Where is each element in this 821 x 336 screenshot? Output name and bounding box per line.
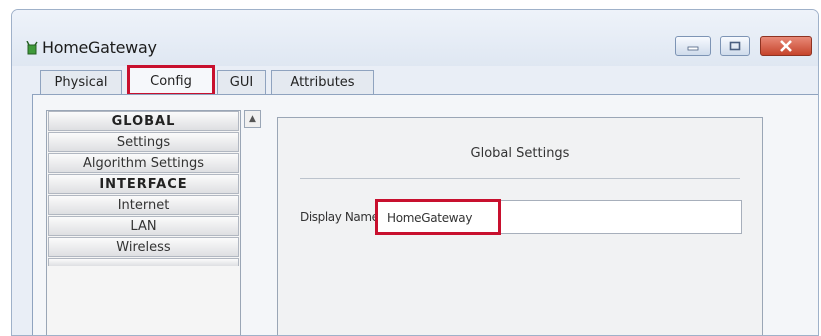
tab-config[interactable]: Config bbox=[127, 65, 215, 96]
tab-strip: Physical Config GUI Attributes bbox=[12, 65, 818, 96]
sidebar-header-interface[interactable]: INTERFACE bbox=[48, 174, 239, 194]
window-title: HomeGateway bbox=[42, 38, 157, 57]
config-sidebar: GLOBAL Settings Algorithm Settings INTER… bbox=[46, 110, 241, 335]
sidebar-item-internet[interactable]: Internet bbox=[48, 195, 239, 215]
minimize-icon bbox=[687, 46, 699, 51]
panel-divider bbox=[300, 178, 740, 179]
display-name-input[interactable]: HomeGateway bbox=[375, 199, 742, 235]
sidebar-item-wireless[interactable]: Wireless bbox=[48, 237, 239, 257]
home-gateway-window: HomeGateway Physical Config GUI Attribut… bbox=[11, 9, 819, 336]
display-name-highlight bbox=[375, 199, 501, 235]
sidebar-item-partial[interactable] bbox=[48, 258, 239, 266]
minimize-button[interactable] bbox=[675, 36, 711, 56]
close-icon bbox=[780, 40, 792, 52]
panel-title: Global Settings bbox=[470, 146, 570, 161]
sidebar-header-global[interactable]: GLOBAL bbox=[48, 111, 239, 131]
global-settings-panel: Global Settings Display Name HomeGateway bbox=[277, 117, 763, 335]
sidebar-item-lan[interactable]: LAN bbox=[48, 216, 239, 236]
scroll-up-arrow-icon[interactable]: ▲ bbox=[244, 110, 261, 128]
title-bar[interactable]: HomeGateway bbox=[12, 10, 818, 66]
router-icon bbox=[26, 41, 38, 55]
display-name-label: Display Name bbox=[300, 210, 379, 224]
config-content: GLOBAL Settings Algorithm Settings INTER… bbox=[32, 94, 818, 335]
sidebar-item-algorithm-settings[interactable]: Algorithm Settings bbox=[48, 153, 239, 173]
tab-physical[interactable]: Physical bbox=[40, 70, 122, 94]
sidebar-item-settings[interactable]: Settings bbox=[48, 132, 239, 152]
tab-attributes[interactable]: Attributes bbox=[271, 70, 374, 94]
maximize-button[interactable] bbox=[720, 36, 750, 56]
tab-gui[interactable]: GUI bbox=[217, 70, 266, 94]
maximize-icon bbox=[729, 41, 741, 51]
close-button[interactable] bbox=[760, 36, 812, 56]
